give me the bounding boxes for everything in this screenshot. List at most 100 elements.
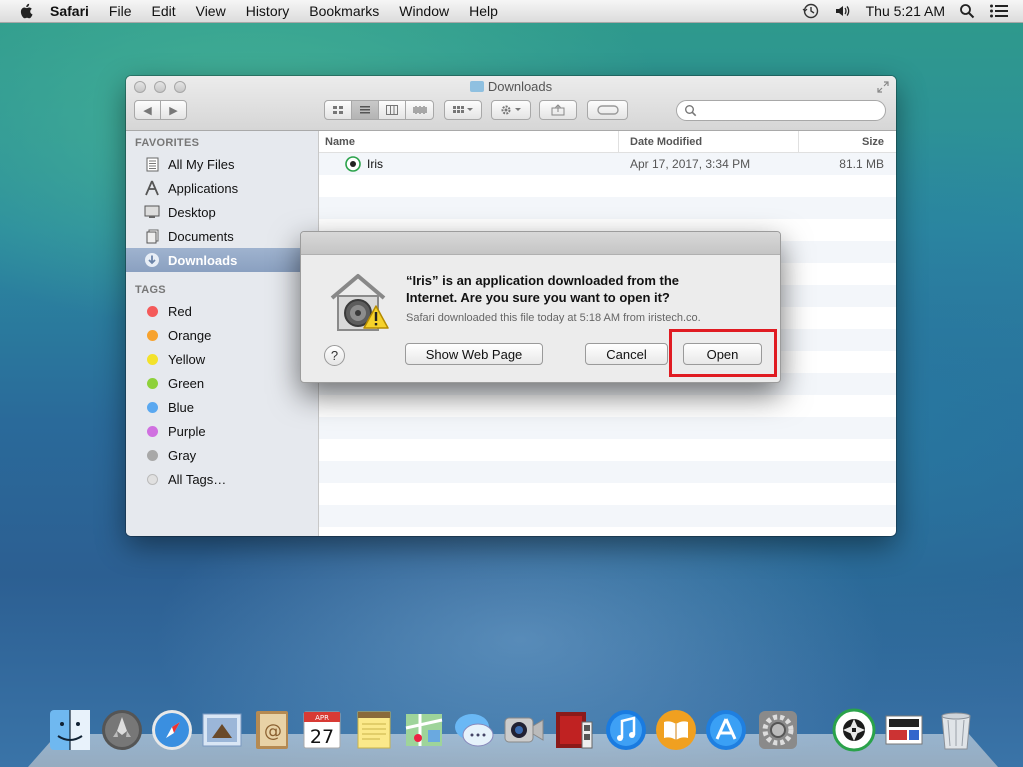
empty-row bbox=[319, 197, 896, 219]
sidebar-item-label: Orange bbox=[168, 327, 212, 343]
dialog-message-line2: Internet. Are you sure you want to open … bbox=[406, 290, 670, 305]
notes-icon[interactable] bbox=[352, 708, 396, 752]
sidebar-tag-green[interactable]: Green bbox=[126, 371, 318, 395]
window-title: Downloads bbox=[126, 79, 896, 94]
apple-menu-icon[interactable] bbox=[18, 2, 36, 20]
sidebar-item-applications[interactable]: Applications bbox=[126, 176, 318, 200]
menu-history[interactable]: History bbox=[246, 3, 290, 19]
fullscreen-icon[interactable] bbox=[876, 80, 890, 94]
tag-dot-icon bbox=[146, 449, 158, 461]
contacts-icon[interactable]: @ bbox=[250, 708, 294, 752]
tags-button[interactable] bbox=[587, 100, 628, 120]
ibooks-icon[interactable] bbox=[654, 708, 698, 752]
column-header-name[interactable]: Name bbox=[319, 131, 619, 153]
volume-icon[interactable] bbox=[834, 2, 852, 20]
window-title-text: Downloads bbox=[487, 79, 553, 94]
maps-icon[interactable] bbox=[402, 708, 446, 752]
calendar-icon[interactable]: APR 27 bbox=[300, 708, 344, 752]
sidebar-tag-red[interactable]: Red bbox=[126, 299, 318, 323]
sidebar-item-all-my-files[interactable]: All My Files bbox=[126, 152, 318, 176]
tag-icon bbox=[596, 105, 619, 115]
dialog-detail: Safari downloaded this file today at 5:1… bbox=[406, 312, 701, 324]
column-header-size[interactable]: Size bbox=[799, 131, 896, 153]
itunes-icon[interactable] bbox=[604, 708, 648, 752]
facetime-icon[interactable] bbox=[502, 708, 546, 752]
system-preferences-icon[interactable] bbox=[756, 708, 800, 752]
cancel-button[interactable]: Cancel bbox=[585, 343, 668, 365]
file-name-cell: Iris bbox=[345, 153, 383, 175]
sidebar-tag-orange[interactable]: Orange bbox=[126, 323, 318, 347]
dialog-message: “Iris” is an application downloaded from… bbox=[406, 272, 746, 306]
sidebar-item-label: Yellow bbox=[168, 351, 206, 367]
list-view-icon bbox=[360, 106, 370, 114]
table-row[interactable]: Iris Apr 17, 2017, 3:34 PM 81.1 MB bbox=[319, 153, 896, 175]
search-field[interactable] bbox=[676, 100, 886, 121]
iris-icon[interactable] bbox=[832, 708, 876, 752]
list-view-button[interactable] bbox=[351, 100, 379, 120]
menu-view[interactable]: View bbox=[196, 3, 226, 19]
file-name: Iris bbox=[367, 157, 383, 171]
cover-flow-button[interactable] bbox=[405, 100, 434, 120]
desktop-icon bbox=[144, 204, 160, 220]
app-store-icon[interactable] bbox=[704, 708, 748, 752]
sidebar-item-label: Red bbox=[168, 303, 192, 319]
tag-dot-icon bbox=[146, 377, 158, 389]
menu-app-name[interactable]: Safari bbox=[50, 3, 89, 19]
tag-dot-icon bbox=[146, 473, 158, 485]
menu-clock[interactable]: Thu 5:21 AM bbox=[866, 3, 945, 19]
finder-icon[interactable] bbox=[48, 708, 92, 752]
notification-center-icon[interactable] bbox=[989, 3, 1009, 19]
empty-row bbox=[319, 395, 896, 417]
empty-row bbox=[319, 483, 896, 505]
forward-button[interactable]: ▶ bbox=[160, 100, 187, 120]
column-view-button[interactable] bbox=[378, 100, 406, 120]
sidebar-item-label: Documents bbox=[168, 228, 234, 244]
empty-row bbox=[319, 175, 896, 197]
column-header-date[interactable]: Date Modified bbox=[619, 131, 799, 153]
applications-icon bbox=[144, 180, 160, 196]
empty-row bbox=[319, 461, 896, 483]
show-web-page-button[interactable]: Show Web Page bbox=[405, 343, 543, 365]
svg-text:@: @ bbox=[264, 721, 282, 742]
menu-file[interactable]: File bbox=[109, 3, 132, 19]
status-area: Thu 5:21 AM bbox=[802, 0, 1023, 22]
file-size: 81.1 MB bbox=[839, 157, 884, 171]
annotation-highlight-box bbox=[669, 329, 777, 377]
documents-icon bbox=[144, 228, 160, 244]
trash-icon[interactable] bbox=[934, 708, 978, 752]
launchpad-icon[interactable] bbox=[100, 708, 144, 752]
help-button[interactable]: ? bbox=[324, 345, 345, 366]
share-button[interactable] bbox=[539, 100, 577, 120]
menu-help[interactable]: Help bbox=[469, 3, 498, 19]
action-button[interactable] bbox=[491, 100, 531, 120]
menu-edit[interactable]: Edit bbox=[151, 3, 175, 19]
sidebar-item-label: All My Files bbox=[168, 156, 235, 172]
sidebar-tag-all-tags[interactable]: All Tags… bbox=[126, 467, 318, 491]
arrange-button[interactable] bbox=[444, 100, 482, 120]
empty-row bbox=[319, 505, 896, 527]
icon-view-icon bbox=[333, 106, 343, 114]
time-machine-icon[interactable] bbox=[802, 2, 820, 20]
preview-icon[interactable] bbox=[882, 708, 926, 752]
icon-view-button[interactable] bbox=[324, 100, 352, 120]
sidebar-item-downloads[interactable]: Downloads bbox=[126, 248, 318, 272]
mail-icon[interactable] bbox=[200, 708, 244, 752]
tags-header: TAGS bbox=[135, 284, 166, 296]
sidebar-item-documents[interactable]: Documents bbox=[126, 224, 318, 248]
column-view-icon bbox=[386, 105, 398, 115]
menu-window[interactable]: Window bbox=[399, 3, 449, 19]
sidebar-tag-gray[interactable]: Gray bbox=[126, 443, 318, 467]
messages-icon[interactable] bbox=[452, 708, 496, 752]
sidebar-tag-yellow[interactable]: Yellow bbox=[126, 347, 318, 371]
sidebar-tag-blue[interactable]: Blue bbox=[126, 395, 318, 419]
sidebar-item-desktop[interactable]: Desktop bbox=[126, 200, 318, 224]
photo-booth-icon[interactable] bbox=[552, 708, 596, 752]
sidebar-tag-purple[interactable]: Purple bbox=[126, 419, 318, 443]
back-button[interactable]: ◀ bbox=[134, 100, 161, 120]
safari-icon[interactable] bbox=[150, 708, 194, 752]
spotlight-icon[interactable] bbox=[959, 3, 975, 19]
calendar-month: APR bbox=[315, 714, 329, 722]
empty-row bbox=[319, 439, 896, 461]
calendar-day: 27 bbox=[310, 726, 334, 748]
menu-bookmarks[interactable]: Bookmarks bbox=[309, 3, 379, 19]
